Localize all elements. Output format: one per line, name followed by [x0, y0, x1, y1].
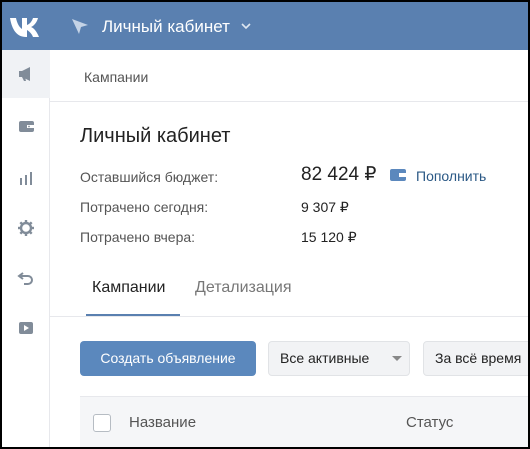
budget-label: Оставшийся бюджет: — [80, 169, 219, 185]
column-header-name[interactable]: Название — [129, 414, 196, 432]
select-all-checkbox[interactable] — [93, 414, 111, 432]
tab-campaigns[interactable]: Кампании — [92, 278, 166, 298]
app-window: Личный кабинет Кампании Личный кабинет О… — [2, 2, 528, 447]
sidebar — [2, 50, 50, 447]
sidebar-item-settings[interactable] — [2, 204, 50, 252]
cabinet-title[interactable]: Личный кабинет — [102, 17, 230, 37]
caret-down-icon — [392, 356, 402, 361]
spent-yesterday-value: 15 120 ₽ — [301, 229, 357, 245]
top-bar: Личный кабинет — [2, 2, 528, 50]
divider — [50, 101, 528, 102]
breadcrumb[interactable]: Кампании — [84, 68, 148, 86]
create-ad-button[interactable]: Создать объявление — [80, 341, 256, 376]
sidebar-item-campaigns[interactable] — [2, 50, 50, 98]
period-filter-dropdown[interactable]: За всё время — [423, 341, 528, 376]
budget-value: 82 424 ₽ — [301, 164, 377, 185]
gear-icon — [18, 220, 34, 236]
divider — [50, 316, 528, 317]
sidebar-item-statistics[interactable] — [2, 154, 50, 202]
status-filter-dropdown[interactable]: Все активные — [268, 341, 410, 376]
sidebar-item-history[interactable] — [2, 254, 50, 302]
status-filter-value: Все активные — [280, 350, 370, 366]
period-filter-value: За всё время — [435, 350, 522, 366]
spent-yesterday-label: Потрачено вчера: — [80, 229, 196, 245]
wallet-icon — [19, 121, 34, 132]
page-title: Личный кабинет — [80, 125, 231, 147]
wallet-icon[interactable] — [390, 168, 406, 182]
topup-link[interactable]: Пополнить — [416, 167, 486, 185]
tab-details[interactable]: Детализация — [195, 278, 292, 298]
sidebar-item-video[interactable] — [2, 304, 50, 352]
sidebar-item-budget[interactable] — [2, 102, 50, 150]
spent-today-label: Потрачено сегодня: — [80, 199, 209, 215]
vk-logo[interactable] — [8, 13, 48, 39]
bar-chart-icon — [20, 172, 32, 185]
undo-icon — [17, 272, 33, 285]
table-header: Название Статус — [80, 396, 528, 447]
chevron-down-icon[interactable] — [240, 20, 252, 32]
location-arrow-icon — [72, 19, 88, 34]
column-header-status[interactable]: Статус — [406, 414, 453, 432]
video-icon — [19, 322, 33, 334]
vk-logo-icon — [10, 18, 39, 37]
spent-today-value: 9 307 ₽ — [301, 199, 349, 215]
megaphone-icon — [19, 67, 30, 81]
